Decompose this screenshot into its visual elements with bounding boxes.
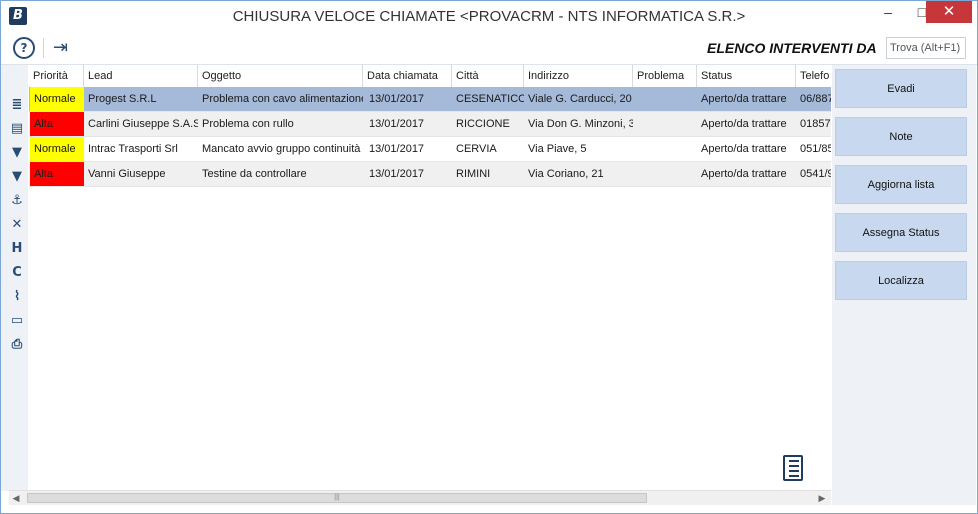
address-cell[interactable]: Viale G. Carducci, 20 [524, 87, 633, 111]
scroll-thumb[interactable]: ||| [27, 493, 647, 503]
horizontal-scrollbar[interactable]: ◀ ||| ▶ [9, 490, 831, 505]
table-row[interactable]: Normale Progest S.R.L Problema con cavo … [29, 87, 831, 112]
date-cell[interactable]: 13/01/2017 [365, 87, 452, 111]
scroll-left-icon[interactable]: ◀ [9, 491, 23, 505]
locate-button[interactable]: Localizza [835, 261, 967, 300]
anchor-icon[interactable]: ⚓ [9, 193, 25, 209]
note-button[interactable]: Note [835, 117, 967, 156]
subject-cell[interactable]: Problema con cavo alimentazione [198, 87, 363, 111]
list-icon[interactable]: ≣ [9, 97, 25, 113]
column-header[interactable]: Telefo [796, 65, 831, 87]
notes-list-icon[interactable] [783, 455, 803, 481]
column-header[interactable]: Data chiamata [363, 65, 452, 87]
lead-cell[interactable]: Vanni Giuseppe [84, 162, 198, 186]
lead-cell[interactable]: Intrac Trasporti Srl [84, 137, 198, 161]
problem-cell[interactable] [633, 137, 697, 161]
problem-cell[interactable] [633, 112, 697, 136]
status-cell[interactable]: Aperto/da trattare [697, 87, 796, 111]
address-cell[interactable]: Via Piave, 5 [524, 137, 633, 161]
column-header[interactable]: Città [452, 65, 524, 87]
priority-cell[interactable]: Alta [30, 162, 84, 186]
priority-cell[interactable]: Alta [30, 112, 84, 136]
refresh-list-button[interactable]: Aggiorna lista [835, 165, 967, 204]
export-html-icon[interactable]: H [9, 241, 25, 257]
close-button[interactable]: ✕ [926, 1, 972, 23]
table-icon[interactable]: ▤ [9, 121, 25, 137]
lead-cell[interactable]: Carlini Giuseppe S.A.S [84, 112, 198, 136]
help-icon[interactable]: ? [13, 37, 35, 59]
phone-cell[interactable]: 06/887 [796, 87, 831, 111]
export-excel-icon[interactable]: ✕ [9, 217, 25, 233]
city-cell[interactable]: RICCIONE [452, 112, 524, 136]
assign-status-button[interactable]: Assegna Status [835, 213, 967, 252]
list-title: ELENCO INTERVENTI DA [707, 40, 877, 56]
monitor-icon[interactable]: ▭ [9, 313, 25, 329]
window-title: CHIUSURA VELOCE CHIAMATE <PROVACRM - NTS… [232, 8, 746, 25]
phone-cell[interactable]: 0541/9 [796, 162, 831, 186]
status-cell[interactable]: Aperto/da trattare [697, 112, 796, 136]
column-header[interactable]: Status [697, 65, 796, 87]
address-cell[interactable]: Via Coriano, 21 [524, 162, 633, 186]
problem-cell[interactable] [633, 162, 697, 186]
app-window: B CHIUSURA VELOCE CHIAMATE <PROVACRM - N… [0, 0, 978, 514]
address-cell[interactable]: Via Don G. Minzoni, 3 [524, 112, 633, 136]
problem-cell[interactable] [633, 87, 697, 111]
phone-cell[interactable]: 01857 [796, 112, 831, 136]
date-cell[interactable]: 13/01/2017 [365, 162, 452, 186]
table-row[interactable]: Alta Carlini Giuseppe S.A.S Problema con… [29, 112, 831, 137]
exit-icon[interactable]: ⇥ [53, 37, 75, 59]
priority-cell[interactable]: Normale [30, 87, 84, 111]
status-cell[interactable]: Aperto/da trattare [697, 162, 796, 186]
date-cell[interactable]: 13/01/2017 [365, 137, 452, 161]
chart-icon[interactable]: ⌇ [9, 289, 25, 305]
priority-cell[interactable]: Normale [30, 137, 84, 161]
column-header[interactable]: Lead [84, 65, 198, 87]
city-cell[interactable]: RIMINI [452, 162, 524, 186]
calls-grid: Priorità Lead Oggetto Data chiamata Citt… [29, 65, 831, 490]
filter-icon[interactable]: ▼ [9, 145, 25, 161]
evadi-button[interactable]: Evadi [835, 69, 967, 108]
city-cell[interactable]: CESENATICO [452, 87, 524, 111]
phone-cell[interactable]: 051/85 [796, 137, 831, 161]
scroll-right-icon[interactable]: ▶ [815, 491, 829, 505]
export-csv-icon[interactable]: C [9, 265, 25, 281]
subject-cell[interactable]: Mancato avvio gruppo continuità [198, 137, 363, 161]
date-cell[interactable]: 13/01/2017 [365, 112, 452, 136]
lead-cell[interactable]: Progest S.R.L [84, 87, 198, 111]
actions-panel: Evadi Note Aggiorna lista Assegna Status… [832, 65, 976, 505]
subject-cell[interactable]: Problema con rullo [198, 112, 363, 136]
column-header[interactable]: Indirizzo [524, 65, 633, 87]
column-header[interactable]: Priorità [29, 65, 84, 87]
toolbar: ? ⇥ ELENCO INTERVENTI DA [1, 32, 977, 65]
column-header[interactable]: Oggetto [198, 65, 363, 87]
filter-clear-icon[interactable]: ▼ [9, 169, 25, 185]
minimize-button[interactable]: – [871, 1, 905, 23]
table-row[interactable]: Alta Vanni Giuseppe Testine da controlla… [29, 162, 831, 187]
toolbar-divider [43, 38, 44, 58]
search-input[interactable] [886, 37, 966, 59]
left-icon-bar: ≣ ▤ ▼ ▼ ⚓ ✕ H C ⌇ ▭ ⎙ [1, 65, 28, 491]
city-cell[interactable]: CERVIA [452, 137, 524, 161]
title-bar: B CHIUSURA VELOCE CHIAMATE <PROVACRM - N… [1, 1, 977, 32]
table-row[interactable]: Normale Intrac Trasporti Srl Mancato avv… [29, 137, 831, 162]
subject-cell[interactable]: Testine da controllare [198, 162, 363, 186]
print-icon[interactable]: ⎙ [9, 337, 25, 353]
grid-header: Priorità Lead Oggetto Data chiamata Citt… [29, 65, 831, 88]
status-cell[interactable]: Aperto/da trattare [697, 137, 796, 161]
column-header[interactable]: Problema [633, 65, 697, 87]
